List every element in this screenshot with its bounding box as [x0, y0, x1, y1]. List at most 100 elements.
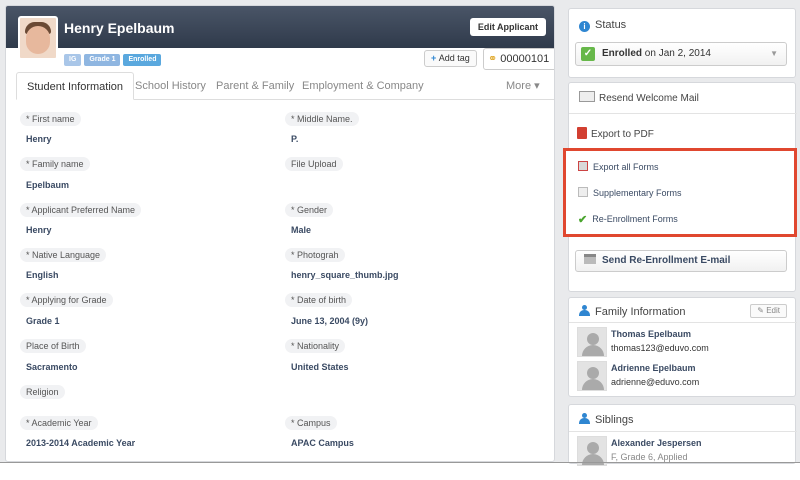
- value-place-of-birth: Sacramento: [26, 362, 78, 372]
- member-email: thomas123@eduvo.com: [611, 343, 709, 353]
- badge-grade: Grade 1: [84, 54, 121, 66]
- person-icon: [579, 305, 590, 316]
- export-menu: Export all Forms Supplementary Forms ✔ Re…: [563, 148, 797, 237]
- applicant-panel: Henry Epelbaum Edit Applicant IG Grade 1…: [5, 5, 555, 462]
- badge-ig: IG: [64, 54, 82, 66]
- value-nationality: United States: [291, 362, 349, 372]
- status-badges: IG Grade 1 Enrolled: [64, 54, 162, 66]
- label-academic-year: * Academic Year: [20, 416, 98, 430]
- tab-student-information[interactable]: Student Information: [16, 72, 135, 100]
- sibling-member[interactable]: Alexander Jespersen F, Grade 6, Applied: [577, 436, 787, 468]
- label-photograph: * Photograh: [285, 248, 345, 262]
- menu-export-all-forms[interactable]: Export all Forms: [578, 161, 659, 172]
- resend-welcome-mail-button[interactable]: Resend Welcome Mail: [579, 91, 699, 104]
- label-campus: * Campus: [285, 416, 337, 430]
- info-icon: i: [579, 21, 590, 32]
- family-card: Family Information ✎ Edit Thomas Epelbau…: [568, 297, 797, 397]
- tab-more[interactable]: More ▾: [506, 72, 540, 100]
- person-icon: [579, 413, 590, 424]
- menu-export-all-label: Export all Forms: [593, 162, 659, 172]
- badge-enrolled: Enrolled: [123, 54, 162, 66]
- plus-icon: +: [431, 53, 439, 63]
- label-middle-name: * Middle Name.: [285, 112, 359, 126]
- value-family-name: Epelbaum: [26, 180, 70, 190]
- mail-icon: [579, 91, 595, 102]
- member-name: Thomas Epelbaum: [611, 329, 692, 339]
- export-pdf-label: Export to PDF: [591, 129, 654, 140]
- status-selected-date: on Jan 2, 2014: [642, 48, 711, 59]
- send-reenrollment-email-button[interactable]: Send Re-Enrollment E-mail: [575, 250, 787, 272]
- value-photograph[interactable]: henry_square_thumb.jpg: [291, 270, 399, 280]
- applicant-header: Henry Epelbaum Edit Applicant: [6, 6, 554, 48]
- family-title-label: Family Information: [595, 306, 686, 318]
- family-member[interactable]: Adrienne Epelbaum adrienne@eduvo.com: [577, 361, 787, 393]
- status-selected-bold: Enrolled: [602, 48, 643, 59]
- value-middle-name: P.: [291, 134, 299, 144]
- tab-more-label: More: [506, 80, 532, 92]
- applicant-id-field[interactable]: ⚭ 00000101: [483, 48, 554, 70]
- family-edit-label: Edit: [766, 306, 780, 315]
- menu-supplementary-label: Supplementary Forms: [593, 188, 682, 198]
- label-place-of-birth: Place of Birth: [20, 339, 86, 353]
- status-title: i Status: [579, 19, 626, 32]
- family-member[interactable]: Thomas Epelbaum thomas123@eduvo.com: [577, 327, 787, 359]
- bottom-border: [0, 462, 800, 463]
- applicant-avatar: [18, 16, 58, 60]
- member-email: adrienne@eduvo.com: [611, 377, 700, 387]
- value-applying-grade: Grade 1: [26, 316, 60, 326]
- siblings-title-label: Siblings: [595, 414, 634, 426]
- family-edit-button[interactable]: ✎ Edit: [750, 304, 787, 318]
- applicant-id-value: 00000101: [500, 53, 550, 65]
- value-gender: Male: [291, 225, 312, 235]
- tab-employment-company[interactable]: Employment & Company: [302, 72, 424, 100]
- checkmark-icon: ✔: [578, 214, 588, 226]
- calendar-icon: [584, 254, 596, 264]
- pdf-icon: [577, 127, 587, 139]
- reenroll-label: Send Re-Enrollment E-mail: [602, 255, 731, 266]
- value-academic-year: 2013-2014 Academic Year: [26, 438, 136, 448]
- member-name: Adrienne Epelbaum: [611, 363, 696, 373]
- value-preferred-name: Henry: [26, 225, 52, 235]
- key-icon: ⚭: [488, 53, 498, 65]
- tab-parent-family[interactable]: Parent & Family: [216, 72, 294, 100]
- applicant-name: Henry Epelbaum: [64, 20, 175, 36]
- member-sub: F, Grade 6, Applied: [611, 452, 688, 462]
- label-file-upload: File Upload: [285, 157, 343, 171]
- label-date-of-birth: * Date of birth: [285, 293, 353, 307]
- label-native-language: * Native Language: [20, 248, 107, 262]
- value-native-language: English: [26, 270, 59, 280]
- value-first-name: Henry: [26, 134, 52, 144]
- avatar: [577, 361, 607, 391]
- menu-supplementary-forms[interactable]: Supplementary Forms: [578, 187, 682, 198]
- value-date-of-birth: June 13, 2004 (9y): [291, 316, 369, 326]
- chevron-down-icon: ▾: [534, 80, 540, 92]
- export-pdf-button[interactable]: Export to PDF: [577, 127, 654, 140]
- app-background: Henry Epelbaum Edit Applicant IG Grade 1…: [0, 0, 800, 466]
- status-title-label: Status: [595, 19, 627, 31]
- label-nationality: * Nationality: [285, 339, 346, 353]
- check-icon: ✓: [581, 47, 595, 61]
- status-select[interactable]: ✓ Enrolled on Jan 2, 2014 ▼: [575, 42, 787, 66]
- add-tag-label: Add tag: [438, 53, 470, 63]
- edit-icon: [578, 187, 588, 197]
- forms-icon: [578, 161, 588, 171]
- siblings-card: Siblings Alexander Jespersen F, Grade 6,…: [568, 404, 797, 466]
- label-family-name: * Family name: [20, 157, 90, 171]
- label-first-name: * First name: [20, 112, 81, 126]
- label-preferred-name: * Applicant Preferred Name: [20, 203, 142, 217]
- value-campus: APAC Campus: [291, 438, 354, 448]
- label-religion: Religion: [20, 385, 65, 399]
- member-name: Alexander Jespersen: [611, 438, 702, 448]
- avatar: [577, 327, 607, 357]
- family-title: Family Information: [579, 305, 685, 318]
- menu-reenroll-label: Re-Enrollment Forms: [592, 214, 678, 224]
- tab-bar: Student Information School History Paren…: [16, 72, 554, 100]
- edit-applicant-button[interactable]: Edit Applicant: [469, 18, 546, 36]
- label-applying-grade: * Applying for Grade: [20, 293, 113, 307]
- menu-re-enrollment-forms[interactable]: ✔ Re-Enrollment Forms: [578, 213, 678, 226]
- tab-school-history[interactable]: School History: [135, 72, 206, 100]
- add-tag-button[interactable]: + Add tag: [424, 50, 477, 67]
- label-gender: * Gender: [285, 203, 334, 217]
- siblings-title: Siblings: [579, 413, 634, 426]
- chevron-down-icon: ▼: [770, 49, 778, 58]
